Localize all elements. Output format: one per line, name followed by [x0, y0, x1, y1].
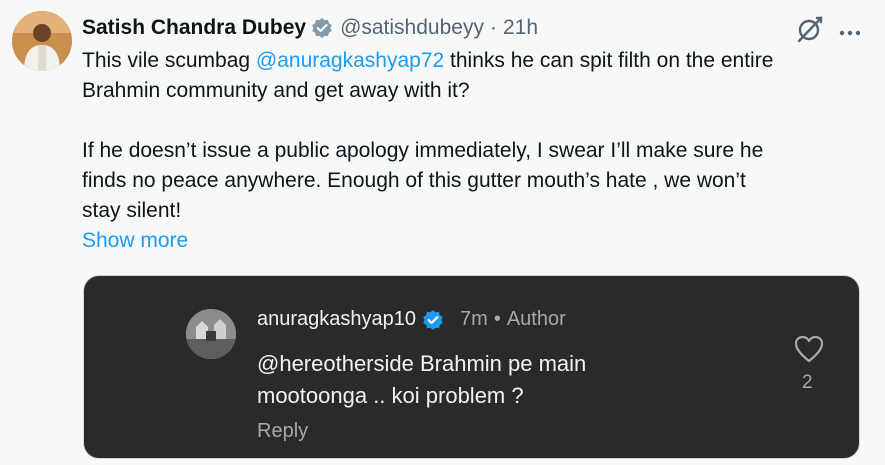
tweet-line-5: stay silent! — [82, 199, 182, 222]
author-handle[interactable]: @satishdubeyy — [340, 16, 484, 40]
tweet-line-1: This vile scumbag @anuragkashyap72 think… — [82, 46, 862, 76]
verified-badge-icon[interactable] — [311, 17, 333, 39]
author-tag: Author — [506, 308, 566, 330]
header-separator: · — [489, 16, 497, 39]
tweet-text: This vile scumbag @anuragkashyap72 think… — [82, 46, 862, 226]
tweet-line-3: If he doesn’t issue a public apology imm… — [82, 139, 764, 162]
comment-text: @hereotherside Brahmin pe main mootoonga… — [257, 348, 697, 412]
author-avatar[interactable] — [12, 11, 72, 71]
heart-icon — [793, 334, 825, 364]
grok-icon[interactable] — [795, 14, 825, 44]
tweet-line-4: finds no peace anywhere. Enough of this … — [82, 169, 746, 192]
tweet-top-actions — [795, 14, 861, 44]
avatar-photo — [12, 11, 72, 71]
tweet-timestamp[interactable]: 21h — [503, 16, 538, 40]
tweet-line-2: Brahmin community and get away with it? — [82, 79, 470, 102]
show-more-link[interactable]: Show more — [82, 226, 188, 256]
comment-header: anuragkashyap10 7m • Author — [257, 308, 566, 331]
tweet-header: Satish Chandra Dubey @satishdubeyy · 21h — [82, 14, 538, 42]
comment-username: anuragkashyap10 — [257, 308, 417, 330]
comment-like-count: 2 — [802, 372, 813, 393]
comment-reply-label: Reply — [257, 420, 309, 442]
verified-badge-icon — [422, 309, 444, 331]
comment-line-2: mootoonga .. koi problem ? — [257, 383, 524, 408]
attached-screenshot[interactable]: anuragkashyap10 7m • Author @hereothersi… — [83, 275, 860, 459]
comment-line-1: @hereotherside Brahmin pe main — [257, 351, 587, 376]
tweet[interactable]: Satish Chandra Dubey @satishdubeyy · 21h — [0, 0, 885, 465]
more-icon[interactable] — [839, 19, 861, 39]
comment-time: 7m — [460, 308, 488, 330]
comment-author-avatar — [186, 309, 236, 359]
tweet-text-segment: This vile scumbag — [82, 49, 256, 72]
author-display-name[interactable]: Satish Chandra Dubey — [82, 16, 306, 40]
mention-link[interactable]: @anuragkashyap72 — [256, 49, 444, 72]
tweet-text-segment: thinks he can spit filth on the entire — [444, 49, 774, 72]
comment-separator: • — [493, 308, 501, 330]
avatar-photo — [186, 309, 236, 359]
